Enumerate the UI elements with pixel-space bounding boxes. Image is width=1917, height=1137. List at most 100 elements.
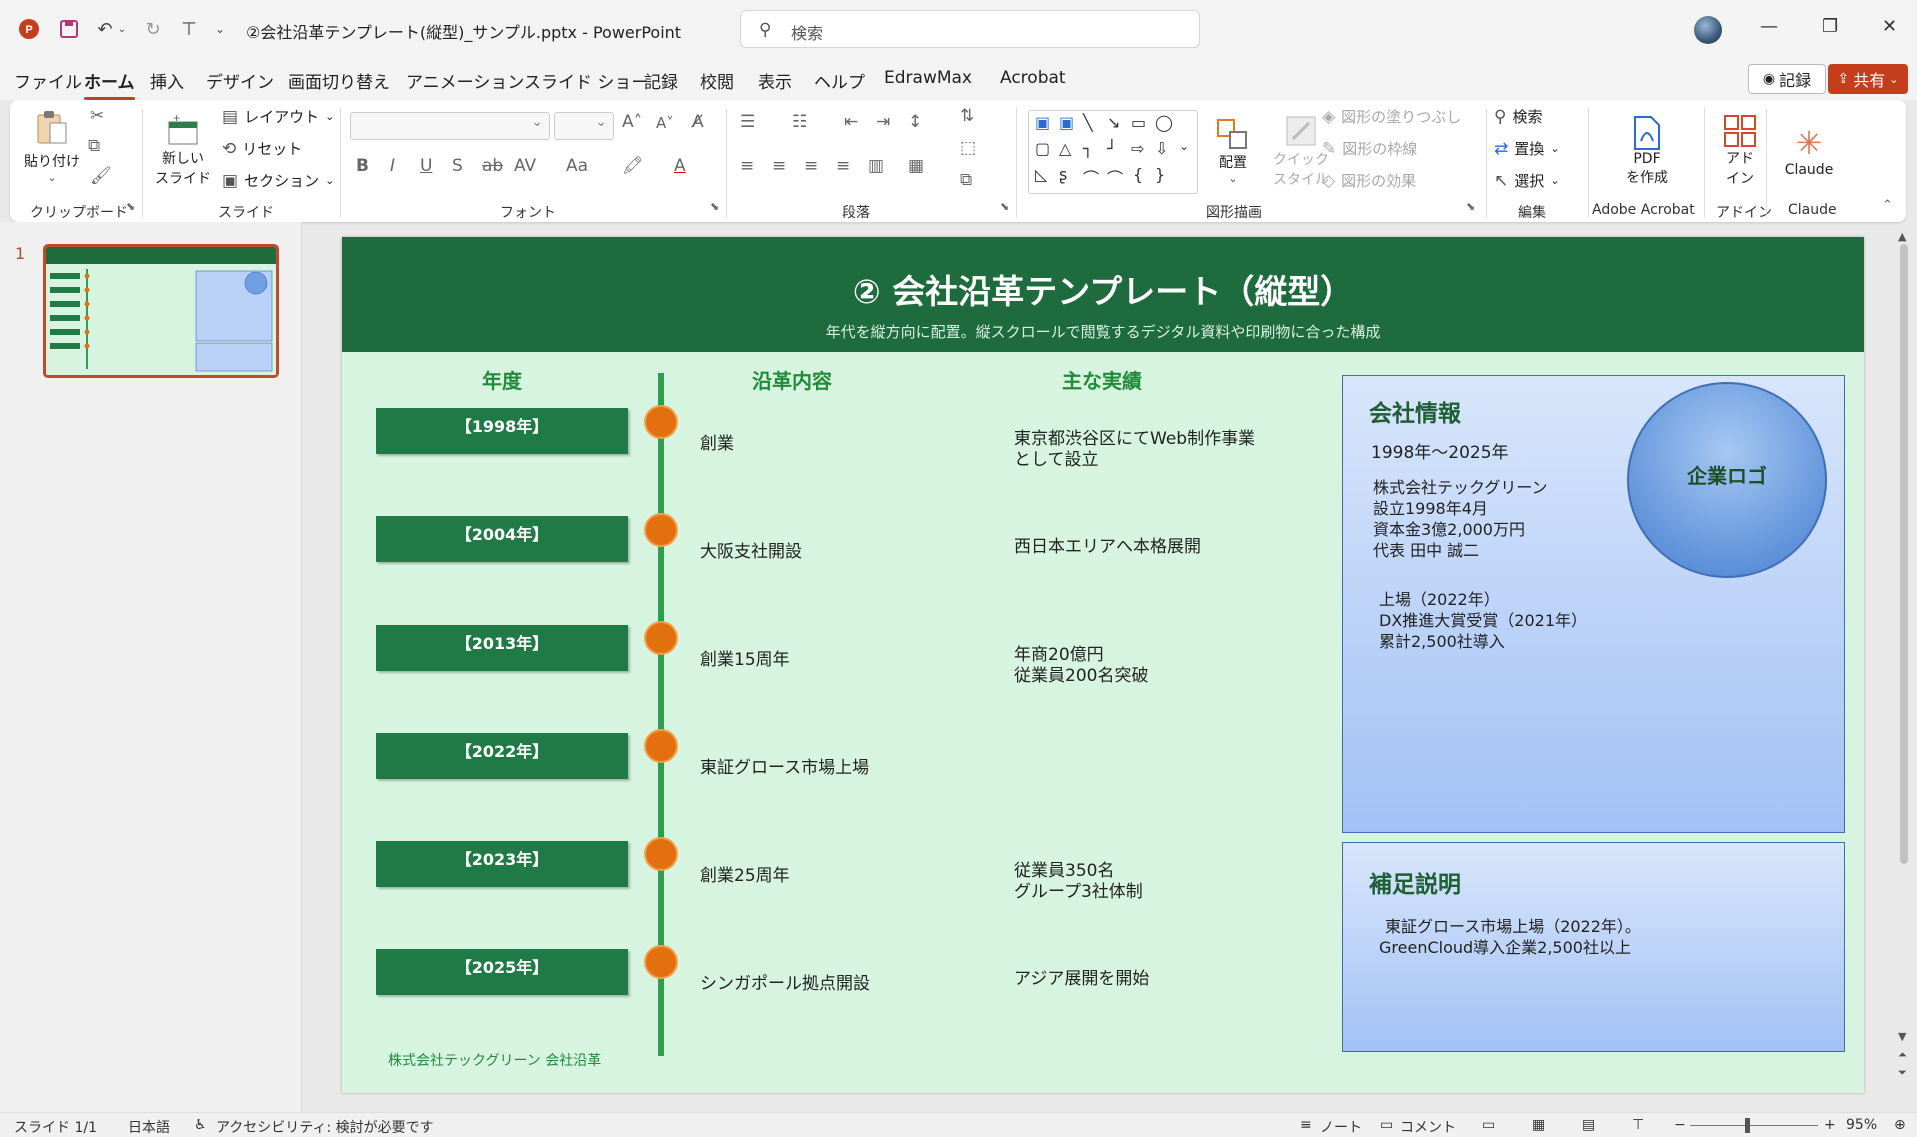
font-launcher-icon[interactable]: ⬊ — [710, 200, 719, 213]
gallery-scroll-icon[interactable]: ⌄ — [1179, 139, 1189, 153]
minimize-icon[interactable]: — — [1760, 16, 1778, 37]
menu-design[interactable]: デザイン — [206, 68, 274, 93]
slideshow-view-icon[interactable]: ⊤ — [1632, 1117, 1644, 1133]
menu-view[interactable]: 表示 — [758, 68, 792, 93]
menu-help[interactable]: ヘルプ — [814, 68, 865, 93]
bold-icon[interactable]: B — [356, 156, 369, 176]
shape-effects-button[interactable]: ◇ 図形の効果 — [1322, 170, 1416, 191]
slide-canvas[interactable]: ② 会社沿革テンプレート（縦型） 年代を縦方向に配置。縦スクロールで閲覧するデジ… — [342, 237, 1864, 1093]
new-slide-button[interactable]: + 新しい スライド — [152, 106, 214, 196]
history-event[interactable]: 創業15周年 — [700, 645, 790, 670]
elbow-shape-icon[interactable]: ┘ — [1107, 139, 1117, 158]
align-center-icon[interactable]: ≡ — [772, 156, 786, 176]
menu-review[interactable]: 校閲 — [700, 68, 734, 93]
scroll-up-icon[interactable]: ▲ — [1898, 230, 1906, 243]
rounded-rect-shape-icon[interactable]: ▢ — [1035, 139, 1050, 158]
layout-button[interactable]: ▤ レイアウト ⌄ — [222, 106, 334, 127]
supplementary-note-box[interactable]: 補足説明 東証グロース市場上場（2022年）。 GreenCloud導入企業2,… — [1342, 842, 1845, 1052]
year-box[interactable]: 【1998年】 — [376, 408, 628, 454]
year-box[interactable]: 【2022年】 — [376, 733, 628, 779]
change-case-icon[interactable]: Aa — [566, 156, 588, 176]
create-pdf-button[interactable]: PDF を作成 — [1612, 106, 1682, 196]
paragraph-launcher-icon[interactable]: ⬊ — [1000, 200, 1009, 213]
line-spacing-icon[interactable]: ↕ — [908, 112, 922, 132]
italic-icon[interactable]: I — [390, 156, 395, 176]
scroll-down-icon[interactable]: ▼ — [1898, 1030, 1906, 1043]
zoom-slider-handle[interactable] — [1745, 1118, 1750, 1133]
menu-transitions[interactable]: 画面切り替え — [288, 68, 390, 93]
shape-fill-button[interactable]: ◈ 図形の塗りつぶし — [1322, 106, 1461, 127]
collapse-ribbon-icon[interactable]: ⌃ — [1882, 198, 1893, 213]
shrink-font-icon[interactable]: A˅ — [656, 114, 674, 132]
brace-right-shape-icon[interactable]: } — [1155, 165, 1165, 184]
notes-button[interactable]: ノート — [1320, 1117, 1362, 1137]
text-direction-icon[interactable]: ⇅ — [960, 106, 974, 126]
smartart-icon[interactable]: ⧉ — [960, 170, 972, 190]
shadow-icon[interactable]: S — [452, 156, 463, 176]
find-button[interactable]: ⚲ 検索 — [1494, 106, 1542, 127]
bullets-icon[interactable]: ☰ — [740, 112, 755, 132]
year-box[interactable]: 【2025年】 — [376, 949, 628, 995]
align-text-icon[interactable]: ⬚ — [960, 138, 976, 158]
achievement-text[interactable]: 年商20億円 従業員200名突破 — [1014, 645, 1148, 687]
columns-icon[interactable]: ▦ — [908, 156, 924, 176]
underline-icon[interactable]: U — [420, 156, 432, 176]
slide-thumbnail[interactable] — [43, 244, 279, 378]
redo-icon[interactable]: ↻ — [140, 16, 166, 42]
powerpoint-app-icon[interactable]: P — [16, 16, 42, 42]
select-button[interactable]: ↖ 選択 ⌄ — [1494, 170, 1559, 191]
align-right-icon[interactable]: ≡ — [804, 156, 818, 176]
close-icon[interactable]: ✕ — [1882, 16, 1897, 37]
present-icon[interactable]: ⊤ — [176, 16, 202, 42]
arrow-line-shape-icon[interactable]: ↘ — [1107, 113, 1120, 132]
language-indicator[interactable]: 日本語 — [128, 1117, 170, 1137]
scrollbar-thumb[interactable] — [1900, 244, 1908, 864]
slide-footer[interactable]: 株式会社テックグリーン 会社沿革 — [388, 1050, 601, 1070]
normal-view-icon[interactable]: ▭ — [1482, 1117, 1495, 1133]
company-logo-placeholder[interactable]: 企業ロゴ — [1627, 382, 1827, 578]
triangle-shape-icon[interactable]: △ — [1059, 139, 1071, 158]
history-event[interactable]: 大阪支社開設 — [700, 537, 802, 562]
menu-animations[interactable]: アニメーション — [406, 68, 524, 93]
rectangle-shape-icon[interactable]: ▭ — [1131, 113, 1146, 132]
year-box[interactable]: 【2004年】 — [376, 516, 628, 562]
undo-dropdown-icon[interactable]: ⌄ — [116, 16, 128, 42]
shape-outline-button[interactable]: ✎ 図形の枠線 — [1322, 138, 1417, 159]
customize-toolbar-icon[interactable]: ⌄ — [212, 16, 228, 42]
scribble-shape-icon[interactable]: ʂ — [1059, 165, 1067, 184]
shapes-gallery[interactable]: ▣ ▣ ╲ ↘ ▭ ◯ ▢ △ ┐ ┘ ⇨ ⇩ ◺ ʂ ⌒ ⌒ { } ⌄ — [1028, 110, 1198, 194]
menu-slideshow[interactable]: スライド ショー — [524, 68, 648, 93]
menu-edrawmax[interactable]: EdrawMax — [884, 68, 972, 88]
strikethrough-icon[interactable]: ab — [482, 156, 503, 176]
year-box[interactable]: 【2023年】 — [376, 841, 628, 887]
numbering-icon[interactable]: ☷ — [792, 112, 807, 132]
fit-to-window-icon[interactable]: ⊕ — [1894, 1117, 1906, 1133]
decrease-indent-icon[interactable]: ⇤ — [844, 112, 858, 132]
curve-shape-icon[interactable]: ⌒ — [1083, 165, 1099, 189]
column-header-achievements[interactable]: 主な実績 — [1022, 365, 1182, 394]
search-input[interactable]: ⚲ 検索 — [740, 10, 1200, 48]
zoom-in-icon[interactable]: + — [1824, 1117, 1836, 1133]
align-left-icon[interactable]: ≡ — [740, 156, 754, 176]
justify-icon[interactable]: ≡ — [836, 156, 850, 176]
section-button[interactable]: ▣ セクション ⌄ — [222, 170, 334, 191]
line-shape-icon[interactable]: ╲ — [1083, 113, 1093, 132]
format-painter-icon[interactable]: 🖌 — [90, 166, 112, 186]
claude-button[interactable]: ✳ Claude — [1774, 106, 1844, 196]
zoom-out-icon[interactable]: − — [1674, 1117, 1686, 1133]
restore-icon[interactable]: ❐ — [1822, 16, 1838, 37]
company-info-box[interactable]: 会社情報 1998年〜2025年 株式会社テックグリーン 設立1998年4月 資… — [1342, 375, 1845, 833]
column-header-year[interactable]: 年度 — [442, 365, 562, 394]
increase-indent-icon[interactable]: ⇥ — [876, 112, 890, 132]
font-size-dropdown[interactable] — [554, 112, 614, 140]
vertical-scrollbar[interactable]: ▲ ▼ ⏶ ⏷ — [1896, 230, 1912, 1090]
share-button[interactable]: ⇪ 共有 ⌄ — [1828, 64, 1908, 94]
reset-button[interactable]: ⟲ リセット — [222, 138, 302, 159]
clear-format-icon[interactable]: A̸ — [692, 112, 704, 132]
copy-icon[interactable]: ⧉ — [88, 136, 100, 156]
reading-view-icon[interactable]: ▤ — [1582, 1117, 1595, 1133]
save-icon[interactable] — [56, 16, 82, 42]
highlight-icon[interactable]: 🖍 — [622, 156, 644, 176]
history-event[interactable]: 創業25周年 — [700, 861, 790, 886]
menu-insert[interactable]: 挿入 — [150, 68, 184, 93]
